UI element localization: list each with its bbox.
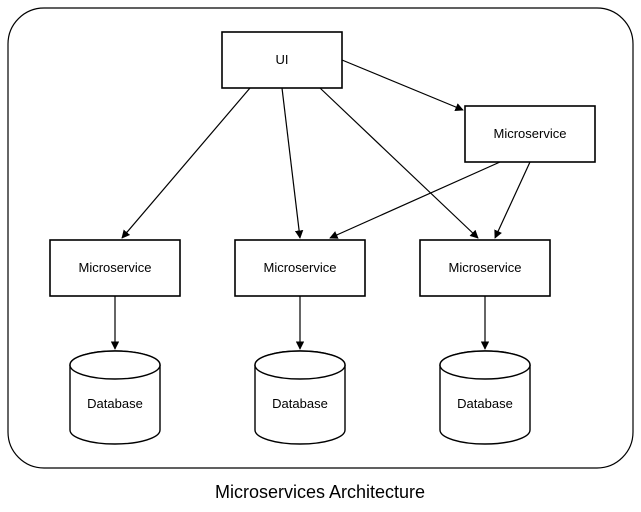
node-ms2-label: Microservice bbox=[264, 260, 337, 275]
node-ms-right: Microservice bbox=[465, 106, 595, 162]
edge-ui-ms1 bbox=[122, 88, 250, 238]
node-db2: Database bbox=[255, 351, 345, 444]
node-db3: Database bbox=[440, 351, 530, 444]
edge-msright-ms3 bbox=[495, 162, 530, 238]
node-ms-right-label: Microservice bbox=[494, 126, 567, 141]
node-ms1: Microservice bbox=[50, 240, 180, 296]
node-ms1-label: Microservice bbox=[79, 260, 152, 275]
node-db1-label: Database bbox=[87, 396, 143, 411]
diagram-canvas: UI Microservice Microservice Microservic… bbox=[0, 0, 641, 512]
diagram-title: Microservices Architecture bbox=[215, 482, 425, 502]
edge-ui-msright bbox=[342, 60, 463, 110]
edge-ui-ms3 bbox=[320, 88, 478, 238]
node-ms2: Microservice bbox=[235, 240, 365, 296]
node-db1: Database bbox=[70, 351, 160, 444]
node-db3-label: Database bbox=[457, 396, 513, 411]
edge-msright-ms2 bbox=[330, 162, 500, 238]
node-ui: UI bbox=[222, 32, 342, 88]
node-ms3: Microservice bbox=[420, 240, 550, 296]
edge-ui-ms2 bbox=[282, 88, 300, 238]
node-ui-label: UI bbox=[276, 52, 289, 67]
node-ms3-label: Microservice bbox=[449, 260, 522, 275]
node-db2-label: Database bbox=[272, 396, 328, 411]
